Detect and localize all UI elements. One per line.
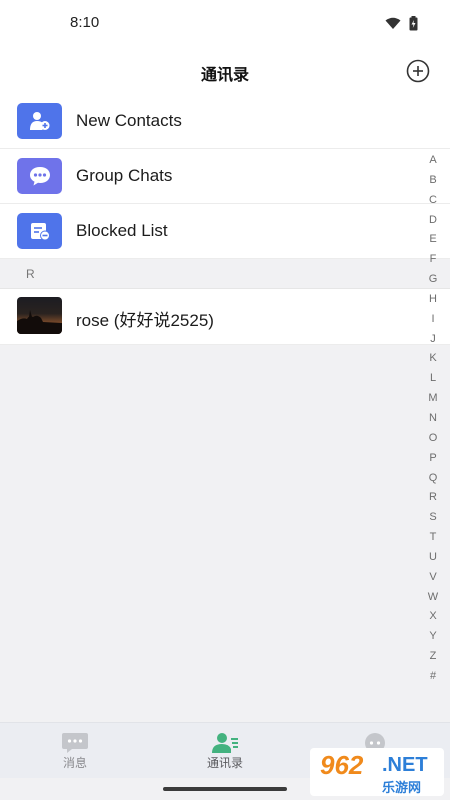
index-letter[interactable]: D: [424, 211, 442, 231]
index-letter[interactable]: I: [424, 310, 442, 330]
index-letter[interactable]: M: [424, 389, 442, 409]
tab-messages-label: 消息: [62, 756, 87, 770]
blocked-list-icon: [17, 213, 62, 249]
index-letter[interactable]: Q: [424, 469, 442, 489]
watermark-suffix: .NET: [382, 754, 428, 776]
index-letter[interactable]: L: [424, 369, 442, 389]
status-bar: 8:10: [0, 0, 450, 48]
status-icons: [385, 16, 418, 31]
blocked-list-label: Blocked List: [76, 221, 168, 240]
contact-row[interactable]: rose (好好说2525): [0, 289, 450, 345]
section-header-r: R: [0, 259, 450, 289]
index-letter[interactable]: #: [424, 667, 442, 687]
status-time: 8:10: [70, 14, 100, 31]
watermark-logo: 962 .NET 乐游网: [310, 748, 444, 796]
index-letter[interactable]: E: [424, 230, 442, 250]
index-letter[interactable]: H: [424, 290, 442, 310]
index-letter[interactable]: C: [424, 191, 442, 211]
header: 通讯录: [0, 48, 450, 94]
home-indicator: [163, 787, 287, 791]
index-letter[interactable]: O: [424, 429, 442, 449]
index-letter[interactable]: N: [424, 409, 442, 429]
index-letter[interactable]: K: [424, 349, 442, 369]
index-letter[interactable]: W: [424, 588, 442, 608]
index-letter[interactable]: G: [424, 270, 442, 290]
index-letter[interactable]: Z: [424, 647, 442, 667]
index-letter[interactable]: A: [424, 151, 442, 171]
contact-list: New Contacts Group Chats Blocked List R: [0, 94, 450, 345]
index-letter[interactable]: P: [424, 449, 442, 469]
index-letter[interactable]: X: [424, 607, 442, 627]
tab-messages[interactable]: 消息: [0, 723, 150, 779]
index-letter[interactable]: J: [424, 330, 442, 350]
new-contacts-row[interactable]: New Contacts: [0, 94, 450, 149]
battery-icon: [409, 16, 418, 31]
index-letter[interactable]: B: [424, 171, 442, 191]
contact-name: rose (好好说2525): [76, 311, 214, 330]
add-contact-icon: [17, 103, 62, 139]
index-letter[interactable]: U: [424, 548, 442, 568]
add-circle-icon[interactable]: [406, 59, 430, 83]
page-title: 通讯录: [200, 67, 249, 84]
tab-contacts[interactable]: 通讯录: [150, 723, 300, 779]
contacts-icon: [212, 733, 238, 753]
index-letter[interactable]: F: [424, 250, 442, 270]
watermark-cn: 乐游网: [382, 780, 422, 795]
blocked-list-row[interactable]: Blocked List: [0, 204, 450, 259]
alphabet-index[interactable]: A B C D E F G H I J K L M N O P Q R S T U V W X Y Z #: [424, 151, 442, 687]
index-letter[interactable]: R: [424, 488, 442, 508]
index-letter[interactable]: S: [424, 508, 442, 528]
message-icon: [62, 733, 88, 753]
wifi-icon: [385, 17, 401, 29]
watermark-number: 962: [320, 750, 364, 780]
index-letter[interactable]: Y: [424, 627, 442, 647]
index-letter[interactable]: T: [424, 528, 442, 548]
group-chats-row[interactable]: Group Chats: [0, 149, 450, 204]
group-chats-label: Group Chats: [76, 166, 173, 185]
index-letter[interactable]: V: [424, 568, 442, 588]
tab-contacts-label: 通讯录: [206, 756, 243, 770]
section-letter: R: [26, 267, 35, 281]
new-contacts-label: New Contacts: [76, 111, 182, 130]
avatar: [17, 297, 62, 334]
chat-bubble-icon: [17, 158, 62, 194]
